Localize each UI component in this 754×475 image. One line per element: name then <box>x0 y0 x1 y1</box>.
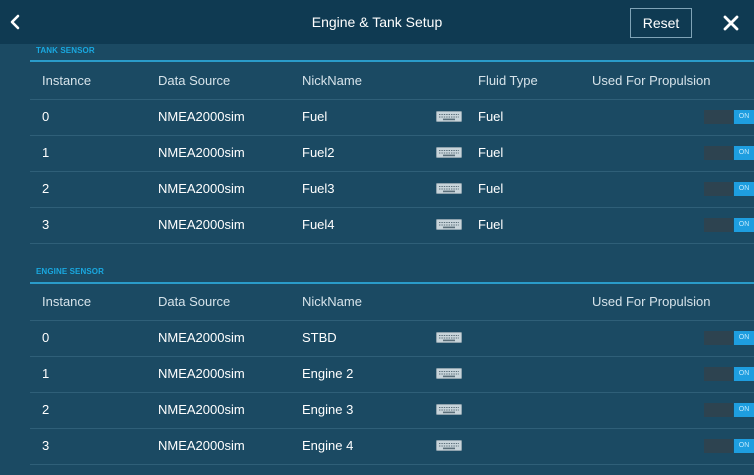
instance-cell: 2 <box>42 402 50 417</box>
toggle-off-segment <box>704 367 733 381</box>
column-header-instance: Instance <box>42 73 92 88</box>
reset-button[interactable]: Reset <box>630 8 692 38</box>
propulsion-toggle[interactable]: ON <box>704 439 754 453</box>
toggle-off-segment <box>704 182 733 196</box>
nickname-cell: Fuel4 <box>302 217 335 232</box>
toggle-on-label: ON <box>734 331 754 345</box>
toggle-off-segment <box>704 439 733 453</box>
column-header-data-source: Data Source <box>158 73 231 88</box>
table-row: 0 NMEA2000sim STBD ON <box>30 320 754 357</box>
propulsion-toggle[interactable]: ON <box>704 367 754 381</box>
fluid-type-cell: Fuel <box>478 145 504 160</box>
data-source-cell: NMEA2000sim <box>158 181 245 196</box>
keyboard-icon[interactable] <box>436 332 462 343</box>
table-row: 1 NMEA2000sim Fuel2 Fuel ON <box>30 135 754 172</box>
toggle-on-label: ON <box>734 439 754 453</box>
propulsion-toggle[interactable]: ON <box>704 403 754 417</box>
fluid-type-cell: Fuel <box>478 109 504 124</box>
close-button[interactable] <box>714 6 748 40</box>
data-source-cell: NMEA2000sim <box>158 109 245 124</box>
nickname-cell: Fuel3 <box>302 181 335 196</box>
toggle-off-segment <box>704 331 733 345</box>
toggle-on-label: ON <box>734 367 754 381</box>
column-header-data-source: Data Source <box>158 294 231 309</box>
toggle-on-label: ON <box>734 146 754 160</box>
tank-table-header: Instance Data Source NickName Fluid Type… <box>30 63 754 100</box>
nickname-cell: STBD <box>302 330 337 345</box>
instance-cell: 3 <box>42 438 50 453</box>
nickname-cell: Engine 3 <box>302 402 354 417</box>
data-source-cell: NMEA2000sim <box>158 402 245 417</box>
instance-cell: 1 <box>42 366 50 381</box>
instance-cell: 2 <box>42 181 50 196</box>
close-icon <box>723 15 739 31</box>
column-header-nickname: NickName <box>302 73 362 88</box>
keyboard-icon[interactable] <box>436 219 462 230</box>
column-header-instance: Instance <box>42 294 92 309</box>
table-row: 3 NMEA2000sim Engine 4 ON <box>30 428 754 465</box>
toggle-off-segment <box>704 146 733 160</box>
propulsion-toggle[interactable]: ON <box>704 110 754 124</box>
engine-table-header: Instance Data Source NickName Used For P… <box>30 284 754 321</box>
table-row: 2 NMEA2000sim Fuel3 Fuel ON <box>30 171 754 208</box>
fluid-type-cell: Fuel <box>478 181 504 196</box>
table-row: 1 NMEA2000sim Engine 2 ON <box>30 356 754 393</box>
toggle-on-label: ON <box>734 182 754 196</box>
keyboard-icon[interactable] <box>436 111 462 122</box>
instance-cell: 0 <box>42 330 50 345</box>
keyboard-icon[interactable] <box>436 368 462 379</box>
table-row: 0 NMEA2000sim Fuel Fuel ON <box>30 99 754 136</box>
propulsion-toggle[interactable]: ON <box>704 146 754 160</box>
title-bar: Engine & Tank Setup Reset <box>0 0 754 44</box>
toggle-on-label: ON <box>734 218 754 232</box>
nickname-cell: Engine 2 <box>302 366 354 381</box>
table-row: 3 NMEA2000sim Fuel4 Fuel ON <box>30 207 754 244</box>
data-source-cell: NMEA2000sim <box>158 330 245 345</box>
toggle-off-segment <box>704 110 733 124</box>
data-source-cell: NMEA2000sim <box>158 366 245 381</box>
data-source-cell: NMEA2000sim <box>158 217 245 232</box>
propulsion-toggle[interactable]: ON <box>704 182 754 196</box>
data-source-cell: NMEA2000sim <box>158 145 245 160</box>
keyboard-icon[interactable] <box>436 440 462 451</box>
table-row: 2 NMEA2000sim Engine 3 ON <box>30 392 754 429</box>
instance-cell: 0 <box>42 109 50 124</box>
instance-cell: 1 <box>42 145 50 160</box>
keyboard-icon[interactable] <box>436 183 462 194</box>
engine-sensor-section-label: ENGINE SENSOR <box>36 267 104 276</box>
section-divider <box>30 60 754 62</box>
instance-cell: 3 <box>42 217 50 232</box>
nickname-cell: Fuel2 <box>302 145 335 160</box>
data-source-cell: NMEA2000sim <box>158 438 245 453</box>
nickname-cell: Fuel <box>302 109 328 124</box>
toggle-off-segment <box>704 403 733 417</box>
toggle-on-label: ON <box>734 403 754 417</box>
column-header-nickname: NickName <box>302 294 362 309</box>
toggle-off-segment <box>704 218 733 232</box>
column-header-fluid-type: Fluid Type <box>478 73 538 88</box>
nickname-cell: Engine 4 <box>302 438 354 453</box>
toggle-on-label: ON <box>734 110 754 124</box>
keyboard-icon[interactable] <box>436 404 462 415</box>
column-header-propulsion: Used For Propulsion <box>592 73 711 88</box>
propulsion-toggle[interactable]: ON <box>704 218 754 232</box>
column-header-propulsion: Used For Propulsion <box>592 294 711 309</box>
tank-sensor-section-label: TANK SENSOR <box>36 46 95 55</box>
fluid-type-cell: Fuel <box>478 217 504 232</box>
keyboard-icon[interactable] <box>436 147 462 158</box>
propulsion-toggle[interactable]: ON <box>704 331 754 345</box>
